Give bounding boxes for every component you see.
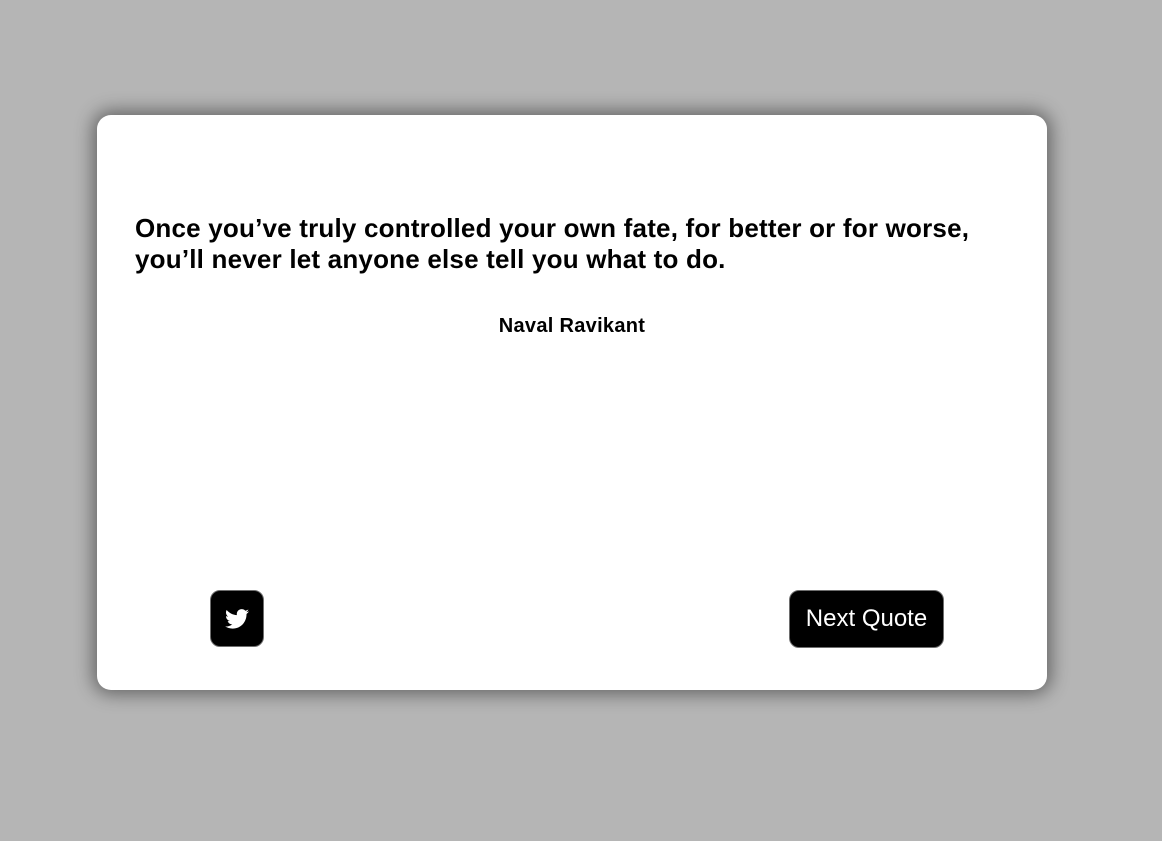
quote-author: Naval Ravikant bbox=[498, 315, 646, 337]
next-quote-button[interactable]: Next Quote bbox=[789, 590, 944, 648]
tweet-quote-button[interactable] bbox=[210, 590, 264, 647]
quote-card: Once you’ve truly controlled your own fa… bbox=[97, 115, 1047, 690]
quote-text: Once you’ve truly controlled your own fa… bbox=[135, 213, 970, 274]
twitter-icon bbox=[225, 608, 249, 629]
